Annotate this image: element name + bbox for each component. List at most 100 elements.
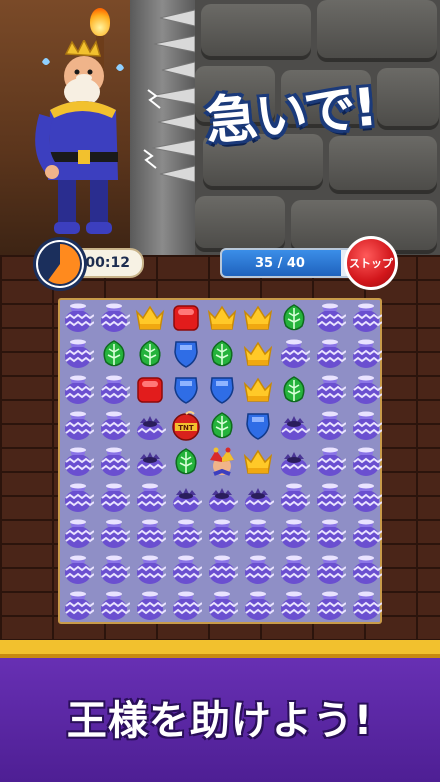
- tile-red-gem[interactable]: [168, 300, 204, 336]
- tile-gold-crown[interactable]: [204, 300, 240, 336]
- tile-purple-pot[interactable]: [348, 516, 384, 552]
- tile-purple-pot[interactable]: [276, 552, 312, 588]
- tile-purple-pot[interactable]: [96, 552, 132, 588]
- tile-broken-pot[interactable]: [204, 480, 240, 516]
- gold-crown-icon: [135, 305, 165, 330]
- tile-purple-pot[interactable]: [96, 408, 132, 444]
- green-leaf-icon: [103, 340, 125, 367]
- tile-purple-pot[interactable]: [312, 408, 348, 444]
- tile-broken-pot[interactable]: [240, 480, 276, 516]
- purple-pot-icon: [137, 483, 166, 512]
- tile-gold-crown[interactable]: [240, 336, 276, 372]
- tile-purple-pot[interactable]: [312, 300, 348, 336]
- hurry-headline: 急いで!: [203, 77, 378, 153]
- tile-purple-pot[interactable]: [276, 588, 312, 624]
- tile-purple-pot[interactable]: [132, 588, 168, 624]
- tile-tnt-booster[interactable]: TNT: [168, 408, 204, 444]
- purple-pot-icon: [173, 519, 202, 548]
- tile-purple-pot[interactable]: [204, 588, 240, 624]
- tile-jester-booster[interactable]: [204, 444, 240, 480]
- banner-title: 王様を助けよう!: [66, 698, 374, 744]
- tile-purple-pot[interactable]: [348, 408, 384, 444]
- tile-red-gem[interactable]: [132, 372, 168, 408]
- tile-purple-pot[interactable]: [60, 444, 96, 480]
- purple-pot-icon: [245, 555, 274, 584]
- tile-purple-pot[interactable]: [348, 444, 384, 480]
- tile-gold-crown[interactable]: [132, 300, 168, 336]
- tile-green-leaf[interactable]: [276, 372, 312, 408]
- tile-purple-pot[interactable]: [312, 516, 348, 552]
- tile-purple-pot[interactable]: [96, 480, 132, 516]
- purple-pot-icon: [317, 303, 346, 332]
- tile-purple-pot[interactable]: [132, 516, 168, 552]
- tile-purple-pot[interactable]: [348, 552, 384, 588]
- tile-purple-pot[interactable]: [168, 588, 204, 624]
- tile-purple-pot[interactable]: [60, 300, 96, 336]
- purple-pot-icon: [317, 375, 346, 404]
- tile-broken-pot[interactable]: [168, 480, 204, 516]
- tile-purple-pot[interactable]: [132, 480, 168, 516]
- tile-purple-pot[interactable]: [96, 444, 132, 480]
- tile-purple-pot[interactable]: [276, 336, 312, 372]
- tile-green-leaf[interactable]: [168, 444, 204, 480]
- tile-purple-pot[interactable]: [348, 372, 384, 408]
- tile-purple-pot[interactable]: [312, 552, 348, 588]
- tile-purple-pot[interactable]: [240, 552, 276, 588]
- purple-pot-icon: [173, 591, 202, 620]
- tile-purple-pot[interactable]: [96, 372, 132, 408]
- tile-purple-pot[interactable]: [312, 336, 348, 372]
- purple-pot-icon: [65, 303, 94, 332]
- gold-crown-icon: [243, 449, 273, 474]
- tile-gold-crown[interactable]: [240, 300, 276, 336]
- tile-blue-shield[interactable]: [204, 372, 240, 408]
- tile-purple-pot[interactable]: [204, 552, 240, 588]
- tile-purple-pot[interactable]: [276, 480, 312, 516]
- tile-purple-pot[interactable]: [132, 552, 168, 588]
- tile-purple-pot[interactable]: [276, 516, 312, 552]
- tile-purple-pot[interactable]: [60, 372, 96, 408]
- tile-purple-pot[interactable]: [312, 588, 348, 624]
- tile-blue-shield[interactable]: [168, 336, 204, 372]
- purple-pot-icon: [281, 555, 310, 584]
- tile-gold-crown[interactable]: [240, 444, 276, 480]
- tile-purple-pot[interactable]: [60, 480, 96, 516]
- tile-purple-pot[interactable]: [240, 516, 276, 552]
- tile-purple-pot[interactable]: [168, 516, 204, 552]
- tile-purple-pot[interactable]: [96, 588, 132, 624]
- tile-purple-pot[interactable]: [60, 516, 96, 552]
- tile-purple-pot[interactable]: [312, 480, 348, 516]
- tile-purple-pot[interactable]: [60, 552, 96, 588]
- tile-purple-pot[interactable]: [240, 588, 276, 624]
- tile-purple-pot[interactable]: [348, 480, 384, 516]
- purple-pot-icon: [317, 447, 346, 476]
- purple-pot-icon: [65, 447, 94, 476]
- tile-purple-pot[interactable]: [312, 372, 348, 408]
- tile-broken-pot[interactable]: [276, 444, 312, 480]
- purple-pot-icon: [137, 519, 166, 548]
- tile-broken-pot[interactable]: [132, 408, 168, 444]
- tile-green-leaf[interactable]: [132, 336, 168, 372]
- tile-purple-pot[interactable]: [96, 300, 132, 336]
- tile-blue-shield[interactable]: [240, 408, 276, 444]
- tile-purple-pot[interactable]: [348, 336, 384, 372]
- tile-purple-pot[interactable]: [168, 552, 204, 588]
- tile-purple-pot[interactable]: [60, 588, 96, 624]
- tile-broken-pot[interactable]: [276, 408, 312, 444]
- tile-green-leaf[interactable]: [96, 336, 132, 372]
- red-gem-icon: [137, 377, 163, 403]
- tile-purple-pot[interactable]: [96, 516, 132, 552]
- tile-green-leaf[interactable]: [276, 300, 312, 336]
- tile-gold-crown[interactable]: [240, 372, 276, 408]
- tile-purple-pot[interactable]: [60, 408, 96, 444]
- tile-blue-shield[interactable]: [168, 372, 204, 408]
- tile-purple-pot[interactable]: [348, 300, 384, 336]
- tile-purple-pot[interactable]: [348, 588, 384, 624]
- stop-button[interactable]: ストップ: [344, 236, 398, 290]
- tile-purple-pot[interactable]: [312, 444, 348, 480]
- tile-green-leaf[interactable]: [204, 408, 240, 444]
- purple-pot-icon: [209, 555, 238, 584]
- tile-purple-pot[interactable]: [60, 336, 96, 372]
- tile-broken-pot[interactable]: [132, 444, 168, 480]
- tile-purple-pot[interactable]: [204, 516, 240, 552]
- tile-green-leaf[interactable]: [204, 336, 240, 372]
